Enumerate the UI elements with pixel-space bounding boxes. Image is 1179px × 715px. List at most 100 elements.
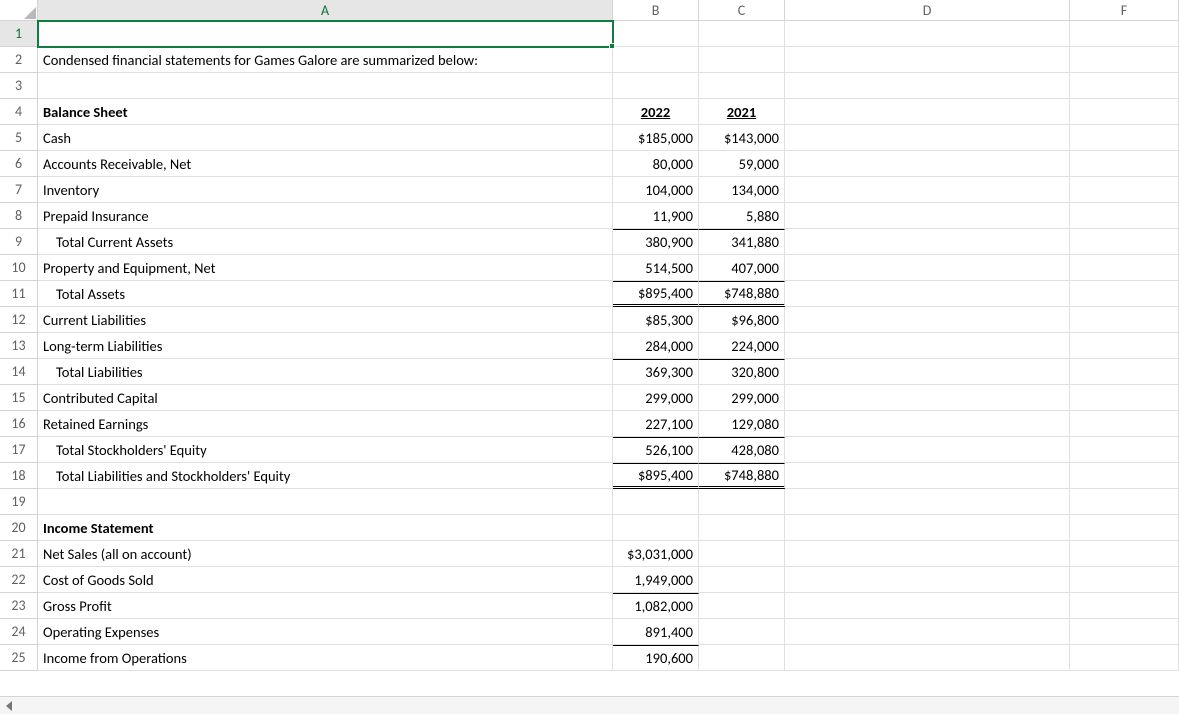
cell-A13[interactable]: Long-term Liabilities (38, 333, 613, 359)
row-header-11[interactable]: 11 (0, 281, 38, 307)
scroll-left-button[interactable] (0, 697, 18, 715)
cell-F1[interactable] (1070, 21, 1179, 47)
cell-D11[interactable] (785, 281, 1070, 307)
row-header-5[interactable]: 5 (0, 125, 38, 151)
row-header-15[interactable]: 15 (0, 385, 38, 411)
cell-B25[interactable]: 190,600 (613, 645, 699, 671)
row-header-14[interactable]: 14 (0, 359, 38, 385)
cell-C14[interactable]: 320,800 (699, 359, 785, 385)
row-header-12[interactable]: 12 (0, 307, 38, 333)
col-header-D[interactable]: D (785, 0, 1070, 21)
cell-B7[interactable]: 104,000 (613, 177, 699, 203)
row-header-21[interactable]: 21 (0, 541, 38, 567)
row-header-24[interactable]: 24 (0, 619, 38, 645)
cell-D2[interactable] (785, 47, 1070, 73)
cell-A14[interactable]: Total Liabilities (38, 359, 613, 385)
cell-F12[interactable] (1070, 307, 1179, 333)
cell-C20[interactable] (699, 515, 785, 541)
cell-B18[interactable]: $895,400 (613, 463, 699, 489)
cell-B15[interactable]: 299,000 (613, 385, 699, 411)
cell-C1[interactable] (699, 21, 785, 47)
cell-C10[interactable]: 407,000 (699, 255, 785, 281)
cell-A2[interactable]: Condensed financial statements for Games… (38, 47, 613, 73)
row-header-6[interactable]: 6 (0, 151, 38, 177)
row-header-18[interactable]: 18 (0, 463, 38, 489)
cell-D23[interactable] (785, 593, 1070, 619)
select-all-corner[interactable] (0, 0, 38, 21)
cell-B3[interactable] (613, 73, 699, 99)
cell-D12[interactable] (785, 307, 1070, 333)
spreadsheet-grid[interactable]: A B C D F 1 2 Condensed financial statem… (0, 0, 1179, 671)
row-header-9[interactable]: 9 (0, 229, 38, 255)
cell-F22[interactable] (1070, 567, 1179, 593)
cell-F24[interactable] (1070, 619, 1179, 645)
cell-F15[interactable] (1070, 385, 1179, 411)
cell-C17[interactable]: 428,080 (699, 437, 785, 463)
cell-F3[interactable] (1070, 73, 1179, 99)
cell-A1[interactable] (38, 21, 613, 47)
col-header-B[interactable]: B (613, 0, 699, 21)
cell-D21[interactable] (785, 541, 1070, 567)
cell-F21[interactable] (1070, 541, 1179, 567)
row-header-25[interactable]: 25 (0, 645, 38, 671)
cell-D14[interactable] (785, 359, 1070, 385)
cell-F16[interactable] (1070, 411, 1179, 437)
cell-D22[interactable] (785, 567, 1070, 593)
cell-B14[interactable]: 369,300 (613, 359, 699, 385)
cell-F6[interactable] (1070, 151, 1179, 177)
row-header-3[interactable]: 3 (0, 73, 38, 99)
cell-B5[interactable]: $185,000 (613, 125, 699, 151)
cell-B9[interactable]: 380,900 (613, 229, 699, 255)
row-header-10[interactable]: 10 (0, 255, 38, 281)
cell-B8[interactable]: 11,900 (613, 203, 699, 229)
cell-F7[interactable] (1070, 177, 1179, 203)
cell-B10[interactable]: 514,500 (613, 255, 699, 281)
cell-C18[interactable]: $748,880 (699, 463, 785, 489)
cell-C24[interactable] (699, 619, 785, 645)
cell-A3[interactable] (38, 73, 613, 99)
cell-A18[interactable]: Total Liabilities and Stockholders' Equi… (38, 463, 613, 489)
cell-F17[interactable] (1070, 437, 1179, 463)
cell-D24[interactable] (785, 619, 1070, 645)
cell-C22[interactable] (699, 567, 785, 593)
cell-D19[interactable] (785, 489, 1070, 515)
cell-D1[interactable] (785, 21, 1070, 47)
row-header-16[interactable]: 16 (0, 411, 38, 437)
cell-D16[interactable] (785, 411, 1070, 437)
cell-D7[interactable] (785, 177, 1070, 203)
cell-A22[interactable]: Cost of Goods Sold (38, 567, 613, 593)
cell-A9[interactable]: Total Current Assets (38, 229, 613, 255)
cell-A6[interactable]: Accounts Receivable, Net (38, 151, 613, 177)
cell-A5[interactable]: Cash (38, 125, 613, 151)
cell-A21[interactable]: Net Sales (all on account) (38, 541, 613, 567)
cell-B13[interactable]: 284,000 (613, 333, 699, 359)
row-header-23[interactable]: 23 (0, 593, 38, 619)
scroll-track[interactable] (18, 697, 1179, 715)
cell-D8[interactable] (785, 203, 1070, 229)
cell-B22[interactable]: 1,949,000 (613, 567, 699, 593)
cell-C12[interactable]: $96,800 (699, 307, 785, 333)
cell-C13[interactable]: 224,000 (699, 333, 785, 359)
cell-B20[interactable] (613, 515, 699, 541)
cell-B21[interactable]: $3,031,000 (613, 541, 699, 567)
row-header-19[interactable]: 19 (0, 489, 38, 515)
cell-C25[interactable] (699, 645, 785, 671)
cell-F9[interactable] (1070, 229, 1179, 255)
cell-B11[interactable]: $895,400 (613, 281, 699, 307)
cell-D9[interactable] (785, 229, 1070, 255)
cell-A11[interactable]: Total Assets (38, 281, 613, 307)
cell-C16[interactable]: 129,080 (699, 411, 785, 437)
cell-D6[interactable] (785, 151, 1070, 177)
row-header-4[interactable]: 4 (0, 99, 38, 125)
cell-B19[interactable] (613, 489, 699, 515)
row-header-1[interactable]: 1 (0, 21, 38, 47)
cell-A17[interactable]: Total Stockholders' Equity (38, 437, 613, 463)
cell-B1[interactable] (613, 21, 699, 47)
cell-B2[interactable] (613, 47, 699, 73)
cell-F4[interactable] (1070, 99, 1179, 125)
cell-D5[interactable] (785, 125, 1070, 151)
cell-C2[interactable] (699, 47, 785, 73)
cell-F18[interactable] (1070, 463, 1179, 489)
cell-C3[interactable] (699, 73, 785, 99)
row-header-17[interactable]: 17 (0, 437, 38, 463)
